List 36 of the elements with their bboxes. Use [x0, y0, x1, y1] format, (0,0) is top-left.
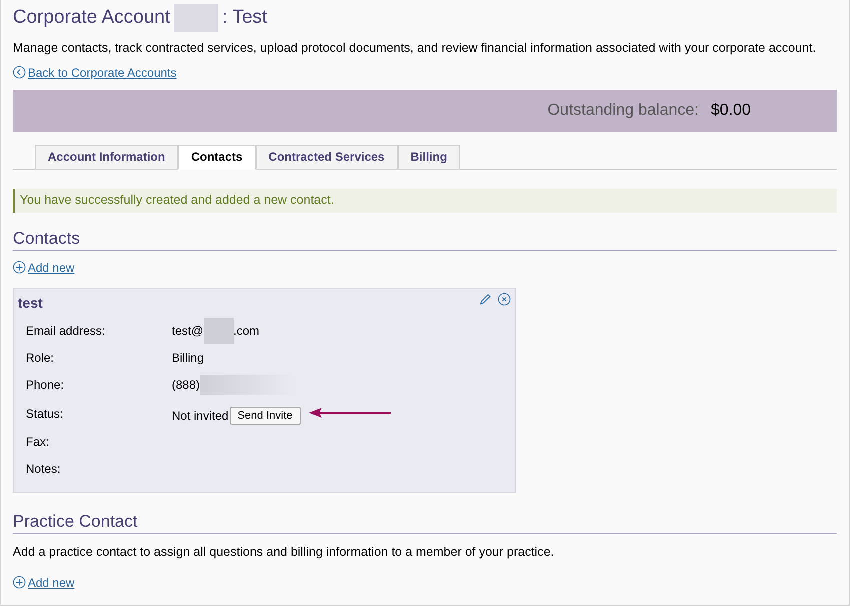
page-title: Corporate Account	[13, 6, 170, 30]
field-value: (888)	[172, 377, 200, 394]
tab[interactable]: Contacts	[178, 144, 256, 170]
redacted-block	[174, 4, 218, 32]
send-invite-button[interactable]: Send Invite	[230, 406, 301, 425]
add-icon	[13, 576, 26, 589]
field-value: .com	[234, 323, 260, 340]
field-value: test@	[172, 323, 204, 340]
page-title: : Test	[222, 6, 268, 30]
success-message: You have successfully created and added a new contact.	[13, 188, 837, 213]
field-label: Status:	[26, 406, 64, 423]
link[interactable]: Back to Corporate Accounts	[28, 64, 177, 82]
contact-name: test	[18, 294, 43, 313]
tab[interactable]: Account Information	[35, 144, 178, 170]
tab[interactable]: Contracted Services	[256, 144, 398, 170]
field-label: Fax:	[26, 434, 50, 452]
balance-value: $0.00	[710, 100, 751, 121]
field-label: Phone:	[26, 377, 66, 394]
field-label: Notes:	[26, 461, 62, 478]
link[interactable]: Add new	[28, 258, 75, 277]
section-heading: Contacts	[13, 228, 837, 251]
add-icon	[13, 261, 26, 274]
tab[interactable]: Billing	[398, 144, 460, 170]
field-label: Role:	[26, 350, 56, 368]
field-label: Email address:	[26, 323, 106, 340]
field-value: Not invited	[172, 408, 229, 425]
pencil-icon[interactable]	[479, 292, 492, 306]
section-heading: Practice Contact	[13, 512, 837, 534]
field-value: Billing	[172, 350, 204, 368]
link[interactable]: Add new	[28, 574, 75, 592]
balance-label: Outstanding balance:	[548, 100, 699, 121]
description: Add a practice contact to assign all questions and billing information to a member of your practice.	[13, 544, 556, 561]
close-icon[interactable]	[498, 292, 511, 306]
description: Manage contacts, track contracted services, upload protocol documents, and review financial information associated with your corporate account.	[13, 40, 818, 57]
redacted-block	[204, 318, 234, 344]
back-icon	[13, 66, 26, 80]
